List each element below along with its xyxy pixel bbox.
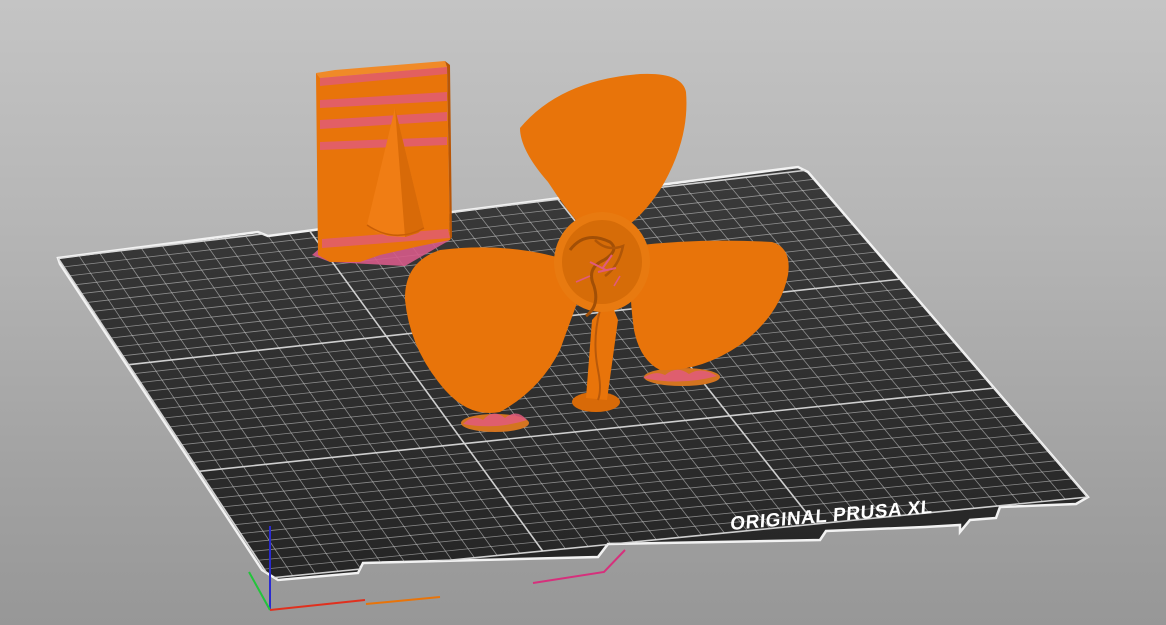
3d-viewport[interactable]: ORIGINAL PRUSA XL <box>0 0 1166 625</box>
x-axis <box>269 599 366 611</box>
scene-canvas[interactable]: ORIGINAL PRUSA XL <box>0 0 1166 625</box>
object-block-with-cone[interactable] <box>312 61 452 266</box>
y-axis <box>248 571 271 611</box>
